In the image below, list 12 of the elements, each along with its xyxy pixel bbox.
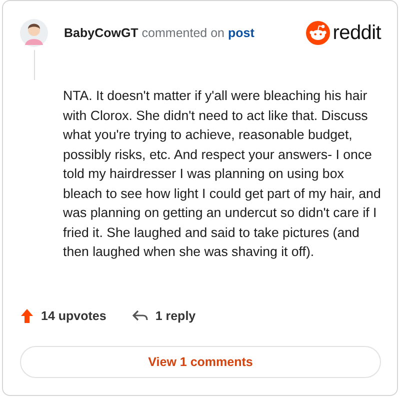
reply-count: 1 reply xyxy=(155,309,196,323)
reddit-logo-icon xyxy=(306,21,330,45)
comment-text: NTA. It doesn't matter if y'all were bleaching his hair with Clorox. She didn't need to act like that. Discuss what you're trying to achieve, reasonable budget, possibly risks, etc. And respect your answers- I once told my hairdresser I was planning on using box bleach to see how light I could get part of my hair, and was planning on getting an undercut so didn't care if I fried it. She laughed and said to take pictures (and then laughed when she was shaving it off). xyxy=(63,87,381,261)
upvote-icon[interactable] xyxy=(20,308,34,324)
reddit-wordmark: reddit xyxy=(332,22,381,44)
post-link[interactable]: post xyxy=(228,26,254,40)
upvote-count: 14 upvotes xyxy=(41,309,106,323)
username[interactable]: BabyCowGT xyxy=(64,26,138,40)
view-comments-button[interactable]: View 1 comments xyxy=(20,346,381,378)
reply-icon[interactable] xyxy=(132,309,148,323)
avatar-icon xyxy=(20,19,48,47)
action-text: commented on xyxy=(142,26,224,40)
